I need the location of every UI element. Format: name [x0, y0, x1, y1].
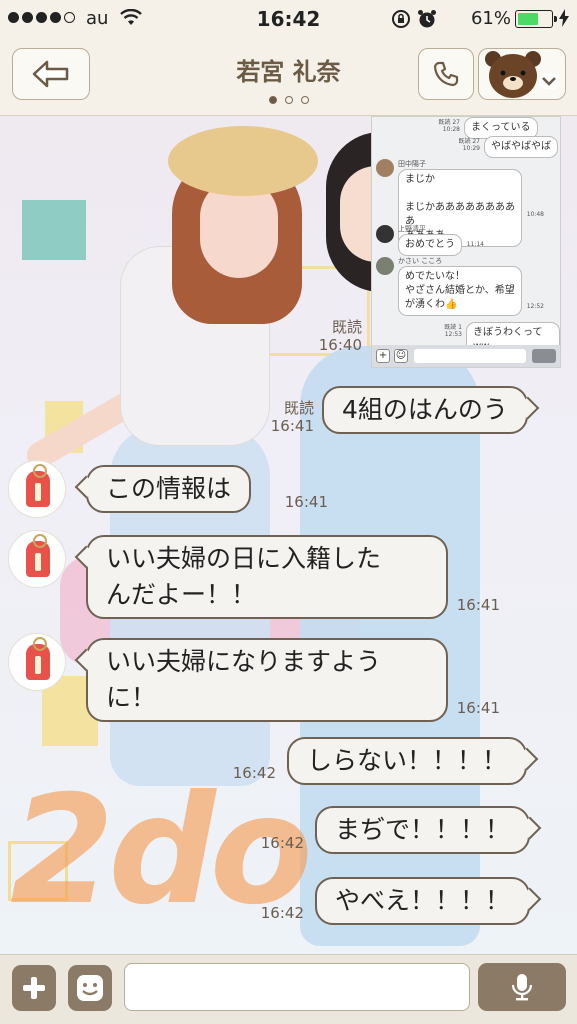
embed-sender: 上野清平	[398, 225, 426, 233]
rotation-lock-icon	[391, 9, 411, 34]
omamori-icon	[26, 464, 50, 507]
microphone-icon	[511, 974, 533, 1001]
message-bubble-sent[interactable]: やべえ！！！！	[315, 877, 531, 925]
battery-percent: 61%	[470, 8, 511, 29]
message-meta: 既読 16:41	[270, 399, 314, 435]
contact-avatar[interactable]	[8, 530, 66, 588]
embed-input-bar: + ☺	[372, 345, 560, 367]
embed-sender: 田中陽子	[398, 160, 426, 168]
message-bubble-received[interactable]: この情報は	[86, 465, 252, 513]
page-dot-2	[284, 96, 293, 104]
embed-meta: 12:52	[526, 303, 544, 310]
plus-icon	[23, 977, 45, 999]
call-button[interactable]	[418, 48, 474, 100]
message-meta: 既読 16:40	[318, 318, 362, 354]
embed-bubble: おめでとう	[398, 234, 462, 256]
embed-avatar	[376, 159, 394, 177]
message-time: 16:41	[284, 493, 328, 511]
embed-meta: 11:14	[466, 241, 484, 248]
message-bubble-sent[interactable]: 4組のはんのう	[322, 386, 528, 434]
page-dot-1	[268, 96, 277, 104]
sticker-button[interactable]	[68, 965, 112, 1011]
message-bubble-sent[interactable]: しらない！！！！	[287, 737, 528, 785]
embed-avatar	[376, 257, 394, 275]
embed-sticker-icon: ☺	[394, 349, 408, 363]
embed-meta: 既読 27 10:29	[458, 138, 480, 153]
message-bubble-received[interactable]: いい夫婦の日に入籍した んだよー！！	[86, 535, 448, 619]
message-text-input[interactable]	[124, 963, 470, 1011]
message-time: 16:41	[456, 596, 500, 614]
bg-decoration	[22, 200, 86, 260]
message-bubble-received[interactable]: いい夫婦になりますよう に！	[86, 638, 448, 722]
embed-avatar	[376, 225, 394, 243]
embed-bubble: めでたいな！ やざさん結婚とか、希望 が湧くわ👍	[398, 266, 522, 316]
menu-button[interactable]	[478, 48, 566, 100]
add-attachment-button[interactable]	[12, 965, 56, 1011]
battery-icon	[515, 10, 557, 28]
omamori-icon	[26, 637, 50, 680]
embed-bubble: やばやばやば	[484, 136, 558, 158]
chat-header: 若宮 礼奈	[0, 38, 577, 116]
embedded-chat-screenshot: 既読 27 10:28 まくっている 既読 27 10:29 やばやばやば 田中陽子…	[371, 116, 561, 368]
embed-meta: 既読 27 10:28	[438, 119, 460, 134]
photo-person	[168, 126, 318, 196]
contact-avatar[interactable]	[8, 460, 66, 518]
message-bubble-sent[interactable]: まぢで！！！！	[315, 806, 531, 854]
message-time: 16:42	[260, 904, 304, 922]
message-time: 16:41	[456, 699, 500, 717]
embed-mic-icon	[532, 349, 556, 363]
voice-message-button[interactable]	[478, 963, 566, 1011]
message-time: 16:42	[260, 834, 304, 852]
embed-plus-icon: +	[376, 349, 390, 363]
embed-text-box	[414, 349, 526, 363]
embed-meta: 10:48	[526, 211, 544, 218]
message-input-bar	[0, 954, 577, 1024]
bear-avatar-icon	[485, 51, 541, 98]
contact-avatar[interactable]	[8, 633, 66, 691]
status-bar: au 16:42 61%	[0, 0, 577, 38]
battery-fill	[518, 13, 538, 25]
embed-sender: かさい こころ	[398, 257, 443, 265]
page-dot-3	[300, 96, 309, 104]
charging-icon	[559, 9, 569, 32]
phone-icon	[433, 61, 459, 87]
sticker-face-icon	[77, 975, 103, 1001]
alarm-icon	[417, 9, 437, 34]
chevron-down-icon	[539, 73, 559, 89]
embed-meta: 既読 1 12:53	[444, 324, 462, 339]
omamori-icon	[26, 534, 50, 577]
message-time: 16:42	[232, 764, 276, 782]
